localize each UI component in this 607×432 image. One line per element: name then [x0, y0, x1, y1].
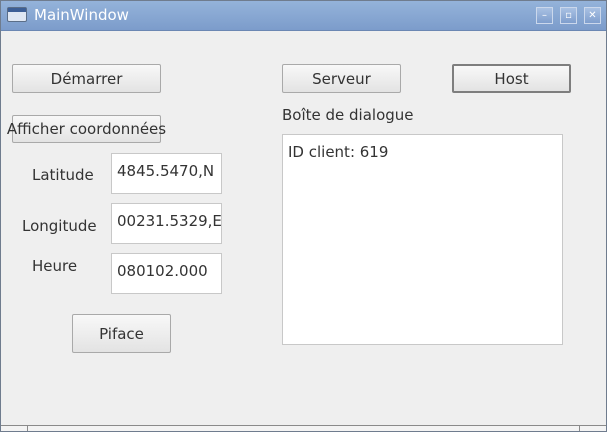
host-button[interactable]: Host — [452, 64, 571, 93]
latitude-label: Latitude — [32, 166, 94, 184]
show-coordinates-button[interactable]: Afficher coordonnées — [7, 115, 166, 143]
dialog-text: ID client: 619 — [288, 143, 389, 161]
status-bar-divider — [27, 426, 28, 431]
longitude-label: Longitude — [22, 217, 97, 235]
dialog-textbox[interactable]: ID client: 619 — [282, 134, 563, 345]
time-label: Heure — [32, 257, 78, 275]
status-bar — [1, 425, 606, 431]
window-app-icon — [7, 7, 27, 22]
main-window: MainWindow – ▫ ✕ Démarrer Afficher coord… — [0, 0, 607, 432]
close-icon[interactable]: ✕ — [584, 7, 601, 24]
status-bar-divider — [579, 426, 580, 431]
maximize-icon[interactable]: ▫ — [560, 7, 577, 24]
latitude-field[interactable]: 4845.5470,N — [111, 153, 222, 194]
window-title: MainWindow — [34, 6, 129, 24]
longitude-field[interactable]: 00231.5329,E — [111, 203, 222, 244]
time-field[interactable]: 080102.000 — [111, 253, 222, 294]
piface-button[interactable]: Piface — [72, 314, 171, 353]
dialog-label: Boîte de dialogue — [282, 106, 414, 124]
start-button[interactable]: Démarrer — [12, 64, 161, 93]
title-bar[interactable]: MainWindow – ▫ ✕ — [1, 1, 606, 31]
server-button[interactable]: Serveur — [282, 64, 401, 93]
minimize-icon[interactable]: – — [536, 7, 553, 24]
